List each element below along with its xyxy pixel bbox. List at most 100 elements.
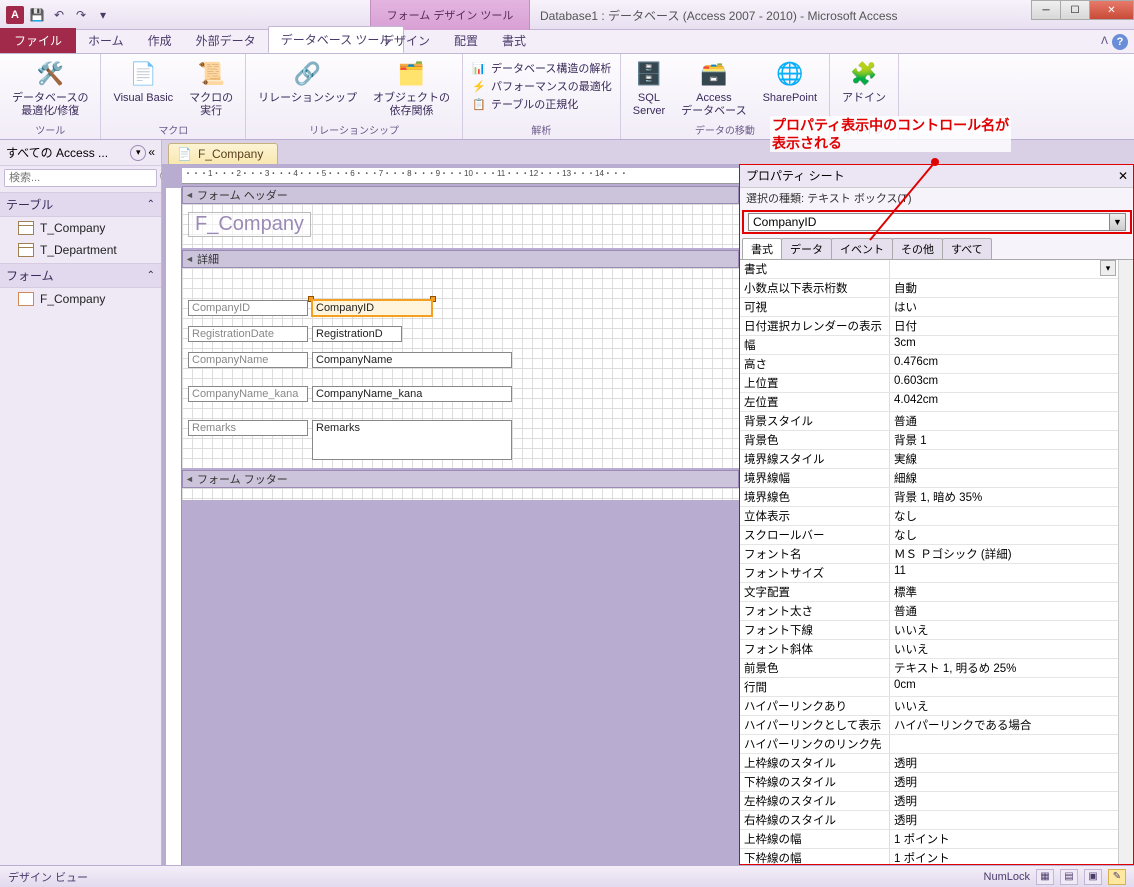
property-row[interactable]: 可視はい (740, 298, 1118, 317)
property-sheet-close-icon[interactable]: ✕ (1118, 169, 1128, 183)
section-form-header[interactable]: フォーム ヘッダー (182, 186, 739, 204)
view-datasheet-button[interactable]: ▤ (1060, 869, 1078, 885)
property-row[interactable]: 前景色テキスト 1, 明るめ 25% (740, 659, 1118, 678)
property-value[interactable]: 背景 1 (890, 431, 1118, 449)
property-row[interactable]: 下枠線のスタイル透明 (740, 773, 1118, 792)
property-scrollbar[interactable] (1118, 260, 1134, 865)
view-layout-button[interactable]: ▣ (1084, 869, 1102, 885)
property-grid[interactable]: 書式小数点以下表示桁数自動可視はい日付選択カレンダーの表示日付幅3cm高さ0.4… (740, 260, 1118, 865)
property-row[interactable]: スクロールバーなし (740, 526, 1118, 545)
minimize-ribbon-icon[interactable]: ᐱ (1101, 36, 1108, 47)
property-row[interactable]: 上枠線の幅1 ポイント (740, 830, 1118, 849)
nav-header[interactable]: すべての Access ... ▾ « (0, 140, 161, 166)
property-row[interactable]: フォントサイズ11 (740, 564, 1118, 583)
nav-filter-icon[interactable]: ▾ (130, 145, 146, 161)
nav-item-t-company[interactable]: T_Company (0, 217, 161, 239)
property-value[interactable]: 1 ポイント (890, 849, 1118, 865)
property-row[interactable]: 書式 (740, 260, 1118, 279)
analyze-structure-button[interactable]: 📊データベース構造の解析 (471, 60, 612, 76)
property-row[interactable]: フォント下線いいえ (740, 621, 1118, 640)
property-value[interactable]: 11 (890, 564, 1118, 582)
minimize-button[interactable]: ─ (1031, 0, 1061, 20)
nav-search[interactable]: 🔍 (4, 169, 157, 187)
property-value[interactable]: 普通 (890, 412, 1118, 430)
property-value[interactable]: 透明 (890, 811, 1118, 829)
property-value[interactable]: 0.476cm (890, 355, 1118, 373)
property-row[interactable]: 小数点以下表示桁数自動 (740, 279, 1118, 298)
property-row[interactable]: ハイパーリンクありいいえ (740, 697, 1118, 716)
property-value[interactable]: なし (890, 526, 1118, 544)
tab-format[interactable]: 書式 (490, 28, 538, 53)
label-companyname[interactable]: CompanyName (188, 352, 308, 368)
section-detail[interactable]: 詳細 (182, 250, 739, 268)
form-canvas[interactable]: ・・・1・・・2・・・3・・・4・・・5・・・6・・・7・・・8・・・9・・・1… (162, 164, 739, 865)
textbox-companyname[interactable]: CompanyName (312, 352, 512, 368)
property-row[interactable]: 幅3cm (740, 336, 1118, 355)
textbox-companyname-kana[interactable]: CompanyName_kana (312, 386, 512, 402)
view-design-button[interactable]: ✎ (1108, 869, 1126, 885)
property-row[interactable]: ハイパーリンクのリンク先 (740, 735, 1118, 754)
addins-button[interactable]: 🧩 アドイン (838, 56, 890, 107)
property-row[interactable]: ハイパーリンクとして表示ハイパーリンクである場合 (740, 716, 1118, 735)
property-row[interactable]: 背景色背景 1 (740, 431, 1118, 450)
property-row[interactable]: 下枠線の幅1 ポイント (740, 849, 1118, 865)
qat-dropdown-icon[interactable]: ▾ (94, 6, 112, 24)
property-row[interactable]: 上位置0.603cm (740, 374, 1118, 393)
property-value[interactable]: 透明 (890, 754, 1118, 772)
property-value[interactable]: 実線 (890, 450, 1118, 468)
property-value[interactable]: 細線 (890, 469, 1118, 487)
property-row[interactable]: フォント名ＭＳ Ｐゴシック (詳細) (740, 545, 1118, 564)
label-remarks[interactable]: Remarks (188, 420, 308, 436)
document-tab-f-company[interactable]: 📄 F_Company (168, 143, 278, 164)
property-value[interactable]: テキスト 1, 明るめ 25% (890, 659, 1118, 677)
property-value[interactable]: 透明 (890, 773, 1118, 791)
search-input[interactable] (5, 170, 155, 186)
run-macro-button[interactable]: 📜 マクロの 実行 (185, 56, 237, 120)
property-row[interactable]: 境界線幅細線 (740, 469, 1118, 488)
label-companyname-kana[interactable]: CompanyName_kana (188, 386, 308, 402)
nav-category-tables[interactable]: テーブル ⌃ (0, 192, 161, 217)
tab-arrange[interactable]: 配置 (442, 28, 490, 53)
access-database-button[interactable]: 🗃️ Access データベース (677, 56, 750, 120)
dropdown-icon[interactable]: ▼ (1109, 214, 1125, 230)
property-row[interactable]: 行間0cm (740, 678, 1118, 697)
textbox-registrationdate[interactable]: RegistrationD (312, 326, 402, 342)
nav-category-forms[interactable]: フォーム ⌃ (0, 263, 161, 288)
visual-basic-button[interactable]: 📄 Visual Basic (109, 56, 177, 107)
tab-create[interactable]: 作成 (136, 28, 184, 53)
label-companyid[interactable]: CompanyID (188, 300, 308, 316)
form-title-label[interactable]: F_Company (188, 212, 311, 237)
section-form-footer[interactable]: フォーム フッター (182, 470, 739, 488)
sharepoint-button[interactable]: 🌐 SharePoint (759, 56, 821, 107)
tab-design[interactable]: デザイン (370, 28, 442, 53)
form-header-area[interactable]: F_Company (182, 204, 739, 248)
property-value[interactable]: いいえ (890, 697, 1118, 715)
tab-external-data[interactable]: 外部データ (184, 28, 268, 53)
tab-file[interactable]: ファイル (0, 28, 76, 53)
redo-icon[interactable]: ↷ (72, 6, 90, 24)
maximize-button[interactable]: ☐ (1060, 0, 1090, 20)
property-row[interactable]: 文字配置標準 (740, 583, 1118, 602)
property-row[interactable]: 左枠線のスタイル透明 (740, 792, 1118, 811)
property-value[interactable]: 自動 (890, 279, 1118, 297)
access-app-icon[interactable]: A (6, 6, 24, 24)
property-row[interactable]: 右枠線のスタイル透明 (740, 811, 1118, 830)
close-button[interactable]: ✕ (1089, 0, 1134, 20)
property-row[interactable]: 立体表示なし (740, 507, 1118, 526)
property-value[interactable]: 標準 (890, 583, 1118, 601)
analyze-performance-button[interactable]: ⚡パフォーマンスの最適化 (471, 78, 612, 94)
undo-icon[interactable]: ↶ (50, 6, 68, 24)
property-value[interactable] (890, 735, 1118, 753)
save-icon[interactable]: 💾 (28, 6, 46, 24)
property-row[interactable]: 境界線色背景 1, 暗め 35% (740, 488, 1118, 507)
nav-item-f-company[interactable]: F_Company (0, 288, 161, 310)
form-detail-area[interactable]: CompanyID CompanyID RegistrationDate Reg… (182, 268, 739, 468)
property-tab-data[interactable]: データ (781, 238, 832, 259)
property-row[interactable]: 日付選択カレンダーの表示日付 (740, 317, 1118, 336)
nav-item-t-department[interactable]: T_Department (0, 239, 161, 261)
property-value[interactable]: 1 ポイント (890, 830, 1118, 848)
property-value[interactable]: なし (890, 507, 1118, 525)
property-value[interactable]: 0cm (890, 678, 1118, 696)
property-value[interactable]: いいえ (890, 621, 1118, 639)
property-value[interactable]: ハイパーリンクである場合 (890, 716, 1118, 734)
